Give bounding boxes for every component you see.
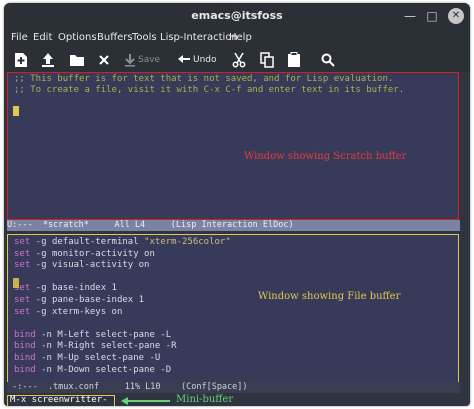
scratch-annotation: Window showing Scratch buffer bbox=[244, 151, 407, 162]
arrow-line bbox=[124, 400, 170, 402]
file-line: set -g visual-activity on bbox=[14, 260, 149, 270]
undo-label: Undo bbox=[193, 54, 217, 65]
line-text: -g visual-activity on bbox=[30, 260, 150, 271]
keyword: set bbox=[14, 248, 31, 259]
menu-bar: File Edit Options Buffers Tools Lisp-Int… bbox=[4, 29, 470, 47]
modeline-scratch[interactable]: U:--- *scratch* All L4 (Lisp Interaction… bbox=[7, 220, 460, 231]
undo-button[interactable]: Undo bbox=[177, 51, 217, 68]
line-text: -n M-Up select-pane -U bbox=[35, 353, 161, 363]
scratch-window[interactable]: ;; This buffer is for text that is not s… bbox=[7, 72, 459, 220]
keyword: set bbox=[14, 306, 31, 317]
minimize-icon[interactable]: — bbox=[402, 8, 418, 24]
maximize-icon[interactable]: □ bbox=[424, 8, 440, 24]
close-buffer-icon[interactable] bbox=[98, 51, 110, 68]
minibuffer[interactable]: M-x screenwritter- Mini-buffer bbox=[4, 394, 470, 406]
menu-options[interactable]: Options bbox=[58, 32, 97, 43]
file-line: bind -n M-Left select-pane -L bbox=[14, 330, 171, 340]
minibuffer-input[interactable]: M-x screenwritter- bbox=[10, 395, 108, 406]
title-bar: emacs@itsfoss — □ ✕ bbox=[4, 3, 470, 29]
window-title: emacs@itsfoss bbox=[191, 9, 283, 22]
file-line: set -g pane-base-index 1 bbox=[14, 295, 144, 305]
keyword: set bbox=[14, 260, 31, 271]
line-text: -g pane-base-index 1 bbox=[30, 295, 145, 305]
keyword: bind bbox=[14, 329, 36, 340]
string-literal: "xterm-256color" bbox=[144, 237, 231, 247]
file-line: set -g default-terminal "xterm-256color" bbox=[14, 237, 231, 247]
file-line: set -g xterm-keys on bbox=[14, 307, 122, 317]
save-label: Save bbox=[138, 54, 161, 65]
save-button[interactable]: Save bbox=[124, 51, 160, 68]
close-window-icon[interactable]: ✕ bbox=[448, 8, 464, 24]
text-cursor bbox=[13, 106, 19, 116]
keyword: bind bbox=[14, 341, 36, 352]
text-cursor bbox=[13, 278, 19, 288]
folder-icon[interactable] bbox=[69, 51, 85, 68]
paste-icon[interactable] bbox=[287, 51, 301, 68]
line-text: -g xterm-keys on bbox=[30, 306, 123, 317]
keyword: set bbox=[14, 237, 31, 247]
save-icon bbox=[125, 53, 135, 66]
scratch-line: ;; This buffer is for text that is not s… bbox=[14, 74, 394, 84]
menu-file[interactable]: File bbox=[11, 32, 28, 43]
line-text: -n M-Down select-pane -D bbox=[35, 364, 172, 375]
file-line: set -g base-index 1 bbox=[14, 283, 117, 293]
minibuffer-annotation: Mini-buffer bbox=[176, 394, 234, 405]
line-text: -g monitor-activity on bbox=[30, 248, 155, 259]
file-window[interactable]: set -g default-terminal "xterm-256color"… bbox=[7, 234, 459, 384]
menu-tools[interactable]: Tools bbox=[132, 32, 157, 43]
menu-edit[interactable]: Edit bbox=[33, 32, 52, 43]
file-line: set -g monitor-activity on bbox=[14, 249, 155, 259]
scissors-icon[interactable] bbox=[232, 51, 246, 68]
keyword: bind bbox=[14, 353, 36, 363]
emacs-window: emacs@itsfoss — □ ✕ File Edit Options Bu… bbox=[4, 3, 470, 406]
new-file-icon[interactable] bbox=[14, 51, 28, 68]
toolbar: Save Undo bbox=[4, 47, 470, 72]
file-line: bind -n M-Up select-pane -U bbox=[14, 353, 160, 363]
menu-lisp-interaction[interactable]: Lisp-Interaction bbox=[160, 32, 238, 43]
search-icon[interactable] bbox=[321, 51, 335, 68]
line-text: -n M-Right select-pane -R bbox=[35, 341, 177, 352]
modeline-file[interactable]: -:--- .tmux.conf 11% L10 (Conf[Space]) bbox=[7, 382, 460, 393]
undo-icon bbox=[178, 54, 190, 63]
file-line: bind -n M-Right select-pane -R bbox=[14, 341, 177, 351]
open-file-icon[interactable] bbox=[41, 51, 55, 68]
menu-help[interactable]: Help bbox=[229, 32, 252, 43]
file-line: bind -n M-Down select-pane -D bbox=[14, 365, 171, 375]
scratch-line: ;; To create a file, visit it with C-x C… bbox=[14, 85, 405, 95]
line-text: -g base-index 1 bbox=[30, 283, 117, 294]
keyword: bind bbox=[14, 364, 36, 375]
line-text: -g default-terminal bbox=[30, 237, 145, 247]
line-text: -n M-Left select-pane -L bbox=[35, 329, 172, 340]
copy-icon[interactable] bbox=[260, 51, 274, 68]
menu-buffers[interactable]: Buffers bbox=[97, 32, 133, 43]
file-annotation: Window showing File buffer bbox=[258, 291, 401, 302]
keyword: set bbox=[14, 295, 31, 305]
